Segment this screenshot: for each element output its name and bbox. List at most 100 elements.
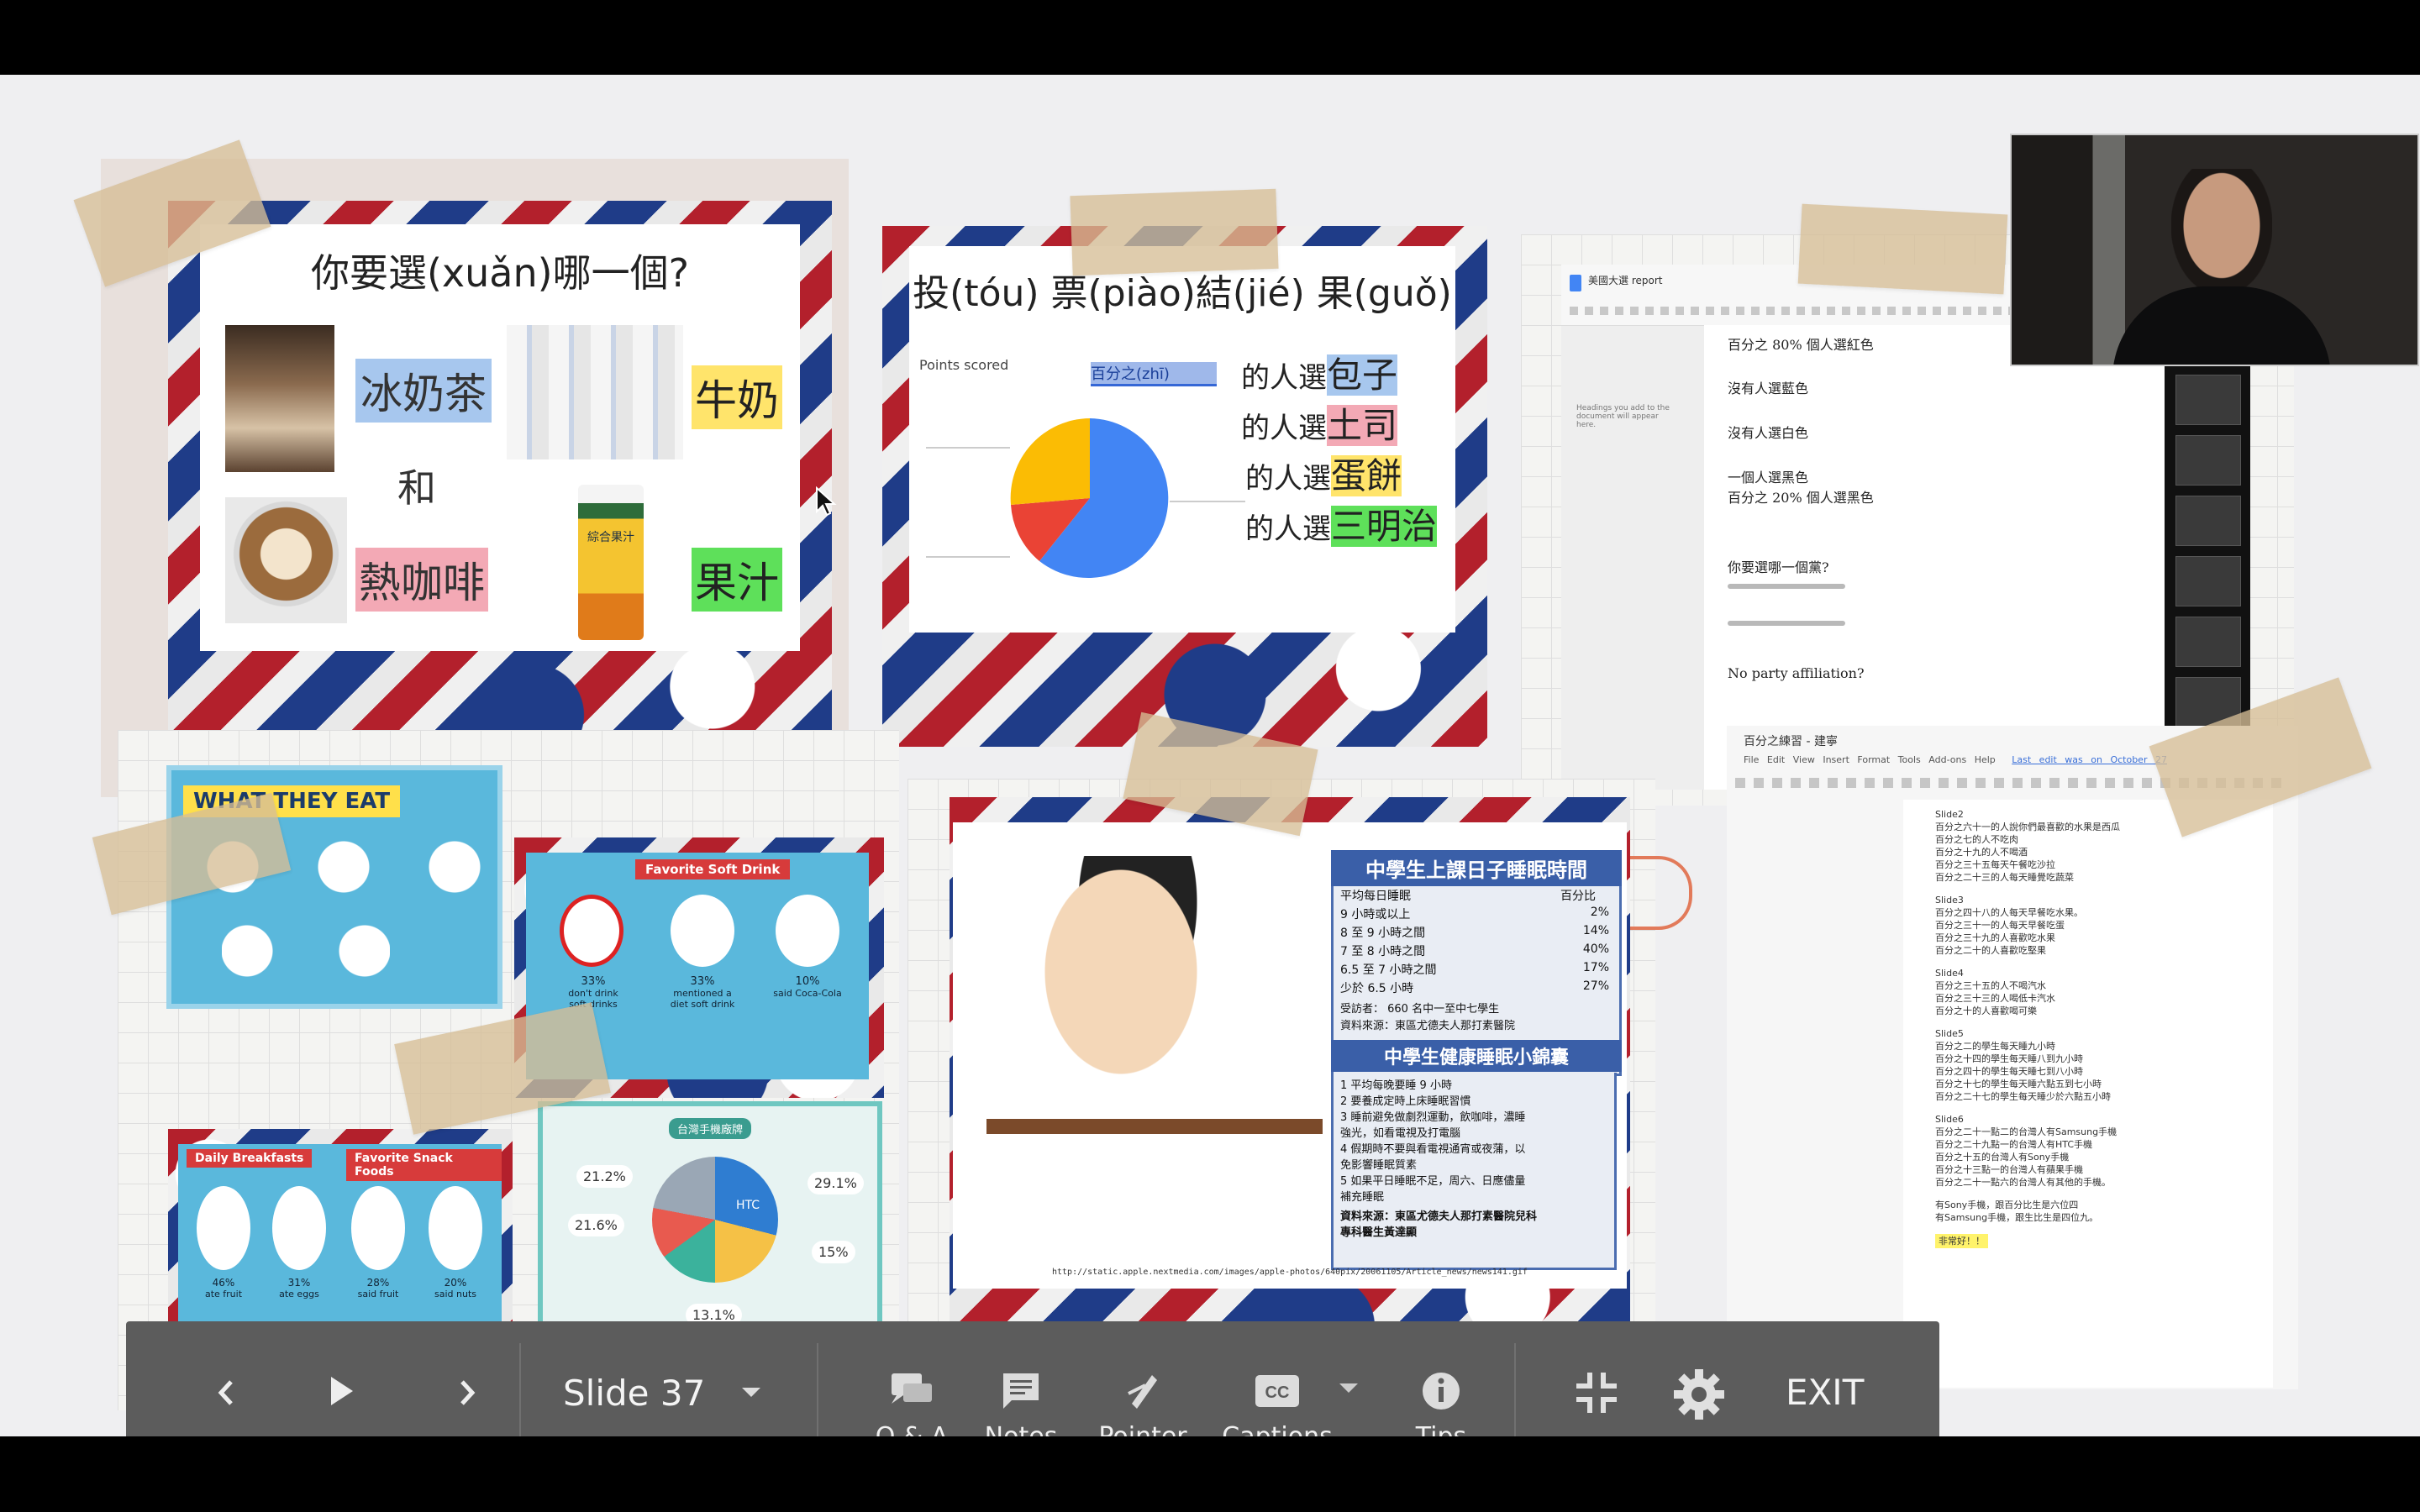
previous-slide-button[interactable]: [206, 1372, 248, 1414]
sleep-tip: 3 睡前避免做劇烈運動，飲咖啡，濃睡: [1340, 1111, 1526, 1124]
fruit-icon: [197, 1186, 250, 1270]
captions-label: Captions: [1222, 1422, 1332, 1436]
sleep-row-pct: 2%: [1590, 906, 1609, 919]
doc2-line: 有Samsung手機，跟生比生是四位九。: [1935, 1212, 2099, 1223]
doc2-footer: 非常好！！: [1935, 1234, 1988, 1248]
doc2-line: 百分之三十五的人不喝汽水: [1935, 980, 2046, 991]
doc2-section-head: Slide5: [1935, 1028, 1964, 1039]
breakfast-stat: 20% said nuts: [422, 1186, 489, 1299]
doc2-last-edit[interactable]: Last edit was on October 27: [2012, 754, 2167, 765]
qa-button[interactable]: Q & A: [857, 1347, 966, 1436]
phone-pct: 29.1%: [808, 1172, 864, 1194]
food-panel-breakfast: Daily Breakfasts Favorite Snack Foods 46…: [178, 1144, 502, 1333]
food-panel-breakfast-frame: Daily Breakfasts Favorite Snack Foods 46…: [168, 1129, 513, 1352]
speaker-figure: [2171, 169, 2272, 295]
doc2-line: 百分之二的學生每天睡九小時: [1935, 1041, 2055, 1052]
doc2-line: 百分之十三點一的台灣人有蘋果手機: [1935, 1164, 2083, 1175]
drink-stat: 33% mentioned a diet soft drink: [665, 895, 740, 1010]
sleep-row-label: 7 至 8 小時之間: [1340, 945, 1426, 958]
captions-button[interactable]: CC Captions: [1210, 1347, 1344, 1436]
dropdown-arrow-icon: [1339, 1383, 1358, 1393]
doc2-line: 百分之七的人不吃肉: [1935, 834, 2018, 845]
breakfast-stat: 31% ate eggs: [266, 1186, 333, 1299]
doc2-line: 有Sony手機，跟百分比生是六位四: [1935, 1200, 2079, 1210]
doc2-line: 百分之十四的學生每天睡八到九小時: [1935, 1053, 2083, 1064]
juice-can-photo: 綜合果汁: [578, 485, 644, 640]
doc2-menu: File Edit View Insert Format Tools Add-o…: [1744, 754, 2167, 765]
doc2-menu-item[interactable]: Insert: [1823, 754, 1849, 765]
doc1-outline-note: Headings you add to the document will ap…: [1576, 404, 1670, 429]
vote-row-2: 的人選土司: [1241, 397, 1398, 449]
drink-stat-pct: 10%: [795, 975, 820, 988]
slide1-card: 你要選(xuǎn)哪一個? 冰奶茶 牛奶 和 熱咖啡 綜合果汁 果汁: [200, 224, 800, 651]
slide1-item-milk: 牛奶: [692, 365, 782, 429]
sleep-tip: 補充睡眠: [1340, 1191, 1385, 1204]
doc2-menu-item[interactable]: Add-ons: [1928, 754, 1966, 765]
coffee-photo: [225, 497, 347, 623]
play-button[interactable]: [319, 1370, 361, 1412]
slide2-frame: 投(tóu) 票(piào)結(jié) 果(guǒ) Points score…: [882, 226, 1487, 747]
doc2-menu-item[interactable]: Edit: [1767, 754, 1785, 765]
juice-can-label: 綜合果汁: [587, 531, 634, 544]
phone-brand: HTC: [736, 1199, 760, 1212]
settings-button[interactable]: [1672, 1368, 1726, 1421]
exit-fullscreen-button[interactable]: [1571, 1368, 1622, 1418]
tips-button[interactable]: Tips: [1386, 1347, 1496, 1436]
doc2-section-head: Slide6: [1935, 1114, 1964, 1125]
speaker-video[interactable]: [2010, 134, 2419, 366]
breakfast-stat-label: said nuts: [434, 1289, 476, 1299]
tape-decoration: [1070, 188, 1279, 276]
participant-thumbnail[interactable]: [2175, 556, 2241, 606]
doc2-body: Slide2 百分之六十一的人說你們最喜歡的水果是西瓜 百分之七的人不吃肉 百分…: [1935, 808, 2263, 1248]
vote-row-4: 的人選三明治: [1245, 498, 1438, 549]
participant-thumbnail[interactable]: [2175, 375, 2241, 425]
sleep-tip: 2 要養成定時上床睡眠習慣: [1340, 1095, 1471, 1108]
phone-pie: [652, 1157, 778, 1283]
slide1-item-hot-coffee: 熱咖啡: [355, 548, 488, 612]
sleep-url[interactable]: http://static.apple.nextmedia.com/images…: [1052, 1268, 1528, 1277]
breakfast-stat-label: ate eggs: [279, 1289, 319, 1299]
sleep-row-pct: 14%: [1582, 924, 1609, 937]
sleeping-student-illustration: [986, 856, 1323, 1242]
captions-options-button[interactable]: [1336, 1380, 1370, 1414]
pointer-button[interactable]: Pointer: [1080, 1347, 1206, 1436]
doc2-page: Slide2 百分之六十一的人說你們最喜歡的水果是西瓜 百分之七的人不吃肉 百分…: [1903, 800, 2273, 1388]
drink-stat-label: said Coca-Cola: [773, 988, 842, 999]
sleep-row-label: 6.5 至 7 小時之間: [1340, 963, 1437, 977]
cola-icon: [776, 895, 839, 967]
breakfast-stat-pct: 46%: [212, 1277, 235, 1289]
doc2-line: 百分之二十九點一的台灣人有HTC手機: [1935, 1139, 2093, 1150]
doc2-line: 百分之三十九的人喜歡吃水果: [1935, 932, 2055, 943]
doc2-line: 百分之三十一的人每天早餐吃蛋: [1935, 920, 2065, 931]
doc1-line: No party affiliation?: [1728, 665, 1865, 681]
participant-thumbnail[interactable]: [2175, 496, 2241, 546]
vote-row-word: 蛋餅: [1331, 455, 1402, 496]
doc2-line: 百分之三十五每天午餐吃沙拉: [1935, 859, 2055, 870]
notes-button[interactable]: Notes: [966, 1347, 1076, 1436]
participant-thumbnail[interactable]: [2175, 435, 2241, 486]
exit-button[interactable]: EXIT: [1786, 1372, 1864, 1413]
doc1-faint-line: [1728, 584, 1845, 589]
slide1-item-milk-tea: 冰奶茶: [355, 359, 492, 423]
drink-stat-pct: 33%: [581, 975, 606, 988]
doc1-title: 美國大選 report: [1588, 275, 1663, 286]
sleep-row: 少於 6.5 小時 27%: [1340, 979, 1609, 996]
fruit-bowl-icon: [351, 1186, 405, 1270]
slide1-frame: 你要選(xuǎn)哪一個? 冰奶茶 牛奶 和 熱咖啡 綜合果汁 果汁: [168, 201, 832, 772]
participant-thumbnail[interactable]: [2175, 617, 2241, 667]
doc2-menu-item[interactable]: File: [1744, 754, 1759, 765]
doc2-menu-item[interactable]: Tools: [1898, 754, 1921, 765]
food-icon-row-2: [222, 921, 390, 980]
vote-row-prefix: 的人選: [1241, 361, 1327, 395]
slide-selector[interactable]: Slide 37: [563, 1355, 815, 1431]
chart-caption: Points scored: [919, 357, 1009, 373]
doc2-menu-item[interactable]: Help: [1975, 754, 1996, 765]
doc2-menu-item[interactable]: Format: [1857, 754, 1890, 765]
slide1-title: 你要選(xuǎn)哪一個?: [310, 250, 690, 296]
vote-row-1: 的人選包子: [1241, 347, 1398, 398]
doc2-menu-item[interactable]: View: [1793, 754, 1815, 765]
sleep-row-pct: 17%: [1582, 961, 1609, 974]
breakfast-stat-label: said fruit: [357, 1289, 399, 1299]
next-slide-button[interactable]: [445, 1372, 487, 1414]
doc1-line: 一個人選黑色: [1728, 470, 1809, 486]
